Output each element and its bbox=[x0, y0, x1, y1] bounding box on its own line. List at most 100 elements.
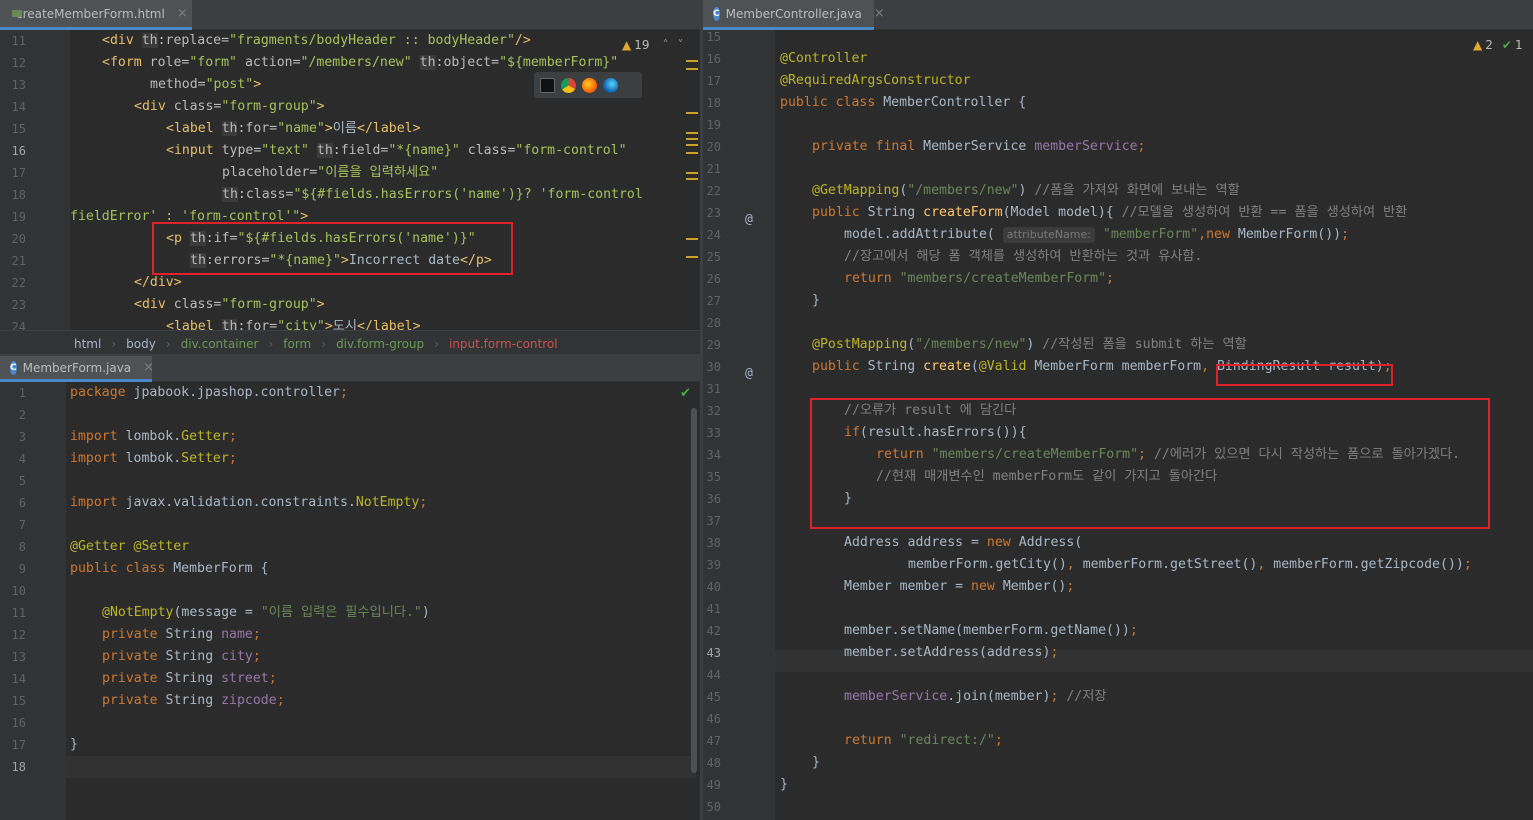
code-line[interactable]: 30 public String create(@Valid MemberForm… bbox=[703, 356, 1533, 378]
code-line[interactable]: 19 bbox=[703, 114, 1533, 136]
code-line[interactable]: 42 member.setName(memberForm.getName()); bbox=[703, 620, 1533, 642]
code-line[interactable]: 31 bbox=[703, 378, 1533, 400]
code-line[interactable]: 15 bbox=[703, 30, 1533, 48]
warning-stripe-mark[interactable] bbox=[686, 178, 698, 180]
code-line[interactable]: 23 <div class="form-group"> bbox=[0, 294, 700, 316]
code-line[interactable]: 49} bbox=[703, 774, 1533, 796]
scrollbar[interactable] bbox=[691, 408, 697, 773]
tab-create-member-form[interactable]: createMemberForm.html × bbox=[0, 0, 192, 30]
warning-stripe-mark[interactable] bbox=[686, 144, 698, 146]
inspection-widget[interactable]: ▲ 19 ˄ ˅ bbox=[622, 38, 684, 52]
code-line[interactable]: 44 bbox=[703, 664, 1533, 686]
code-line[interactable]: 41 bbox=[703, 598, 1533, 620]
breadcrumb-item[interactable]: div.form-group bbox=[336, 337, 424, 351]
code-line[interactable]: 50 bbox=[703, 796, 1533, 818]
code-line[interactable]: 2 bbox=[0, 404, 700, 426]
warning-stripe-mark[interactable] bbox=[686, 152, 698, 154]
code-line[interactable]: 21 bbox=[703, 158, 1533, 180]
code-line[interactable]: 24 model.addAttribute( attributeName: "me… bbox=[703, 224, 1533, 246]
code-line[interactable]: 3 import lombok.Getter; bbox=[0, 426, 700, 448]
code-line[interactable]: 46 bbox=[703, 708, 1533, 730]
warning-stripe-mark[interactable] bbox=[686, 238, 698, 240]
breadcrumb-item[interactable]: body bbox=[126, 337, 156, 351]
line-number: 35 bbox=[706, 470, 721, 484]
code-line[interactable]: 7 bbox=[0, 514, 700, 536]
code-line[interactable]: 25 //장고에서 해당 폼 객체를 생성하여 반환하는 것과 유사함. bbox=[703, 246, 1533, 268]
code-line[interactable]: 12 private String name; bbox=[0, 624, 700, 646]
code-line[interactable]: 22 @GetMapping("/members/new") //폼을 가져와 화… bbox=[703, 180, 1533, 202]
code-line[interactable]: 9 public class MemberForm { bbox=[0, 558, 700, 580]
code-line[interactable]: 15 private String zipcode; bbox=[0, 690, 700, 712]
code-line[interactable]: 22 </div> bbox=[0, 272, 700, 294]
implements-gutter-icon[interactable]: @ bbox=[745, 212, 753, 227]
breadcrumb-item[interactable]: div.container bbox=[181, 337, 259, 351]
code-line[interactable]: 40 Member member = new Member(); bbox=[703, 576, 1533, 598]
code-line[interactable]: 45 memberService.join(member); //저장 bbox=[703, 686, 1533, 708]
breadcrumb-item[interactable]: input.form-control bbox=[449, 337, 558, 351]
code-line[interactable]: 20 private final MemberService memberServ… bbox=[703, 136, 1533, 158]
chevron-up-icon[interactable]: ˄ bbox=[663, 38, 669, 52]
code-line[interactable]: 16 bbox=[0, 712, 700, 734]
warning-stripe-mark[interactable] bbox=[686, 132, 698, 134]
code-line[interactable]: 43 member.setAddress(address); bbox=[703, 642, 1533, 664]
code-line[interactable]: 17 placeholder="이름을 입력하세요" bbox=[0, 162, 700, 184]
code-line[interactable]: 14 <div class="form-group"> bbox=[0, 96, 700, 118]
code-text: <label th:for="city">도시</label> bbox=[166, 316, 421, 330]
edge-icon[interactable] bbox=[603, 77, 618, 93]
code-line[interactable]: 15 <label th:for="name">이름</label> bbox=[0, 118, 700, 140]
code-line[interactable]: 17 @RequiredArgsConstructor bbox=[703, 70, 1533, 92]
tab-member-controller[interactable]: C MemberController.java × bbox=[703, 0, 885, 30]
chevron-down-icon[interactable]: ˅ bbox=[678, 38, 684, 52]
code-line[interactable]: 48} bbox=[703, 752, 1533, 774]
code-line[interactable]: 29 @PostMapping("/members/new") //작성된 폼을 … bbox=[703, 334, 1533, 356]
code-text: public String createForm(Model model){ /… bbox=[812, 205, 1408, 220]
code-line[interactable]: 10 bbox=[0, 580, 700, 602]
scrollbar[interactable] bbox=[691, 70, 697, 130]
code-line[interactable]: 16 <input type="text" th:field="*{name}" … bbox=[0, 140, 700, 162]
code-line[interactable]: 17} bbox=[0, 734, 700, 756]
code-line[interactable]: 16 @Controller bbox=[703, 48, 1533, 70]
implements-gutter-icon[interactable]: @ bbox=[745, 366, 753, 381]
code-line[interactable]: 47 return "redirect:/"; bbox=[703, 730, 1533, 752]
code-line[interactable]: 12 <form role="form" action="/members/new… bbox=[0, 52, 700, 74]
code-line[interactable]: 11 @NotEmpty(message = "이름 입력은 필수입니다.") bbox=[0, 602, 700, 624]
inspection-widget[interactable]: ▲ 2 ✔ 1 bbox=[1473, 38, 1523, 52]
code-line[interactable]: 18 public class MemberController { bbox=[703, 92, 1533, 114]
code-text: public class MemberForm { bbox=[70, 561, 269, 576]
close-icon[interactable]: × bbox=[177, 6, 188, 21]
warning-stripe-mark[interactable] bbox=[686, 256, 698, 258]
java-form-editor[interactable]: 1 package jpabook.jpashop.controller; 2 3 im… bbox=[0, 382, 700, 820]
code-line[interactable]: 8 @Getter @Setter bbox=[0, 536, 700, 558]
code-line[interactable]: 24 <label th:for="city">도시</label> bbox=[0, 316, 700, 330]
breadcrumb-item[interactable]: form bbox=[283, 337, 311, 351]
code-line[interactable]: 39 memberForm.getCity(), memberForm.getSt… bbox=[703, 554, 1533, 576]
chrome-icon[interactable] bbox=[561, 77, 576, 93]
code-line[interactable]: 11 <div th:replace="fragments/bodyHeader … bbox=[0, 30, 700, 52]
controller-editor[interactable]: 15 16 @Controller 17 @RequiredArgsConstructo… bbox=[703, 30, 1533, 820]
breadcrumb-item[interactable]: html bbox=[74, 337, 101, 351]
intellij-icon[interactable] bbox=[540, 77, 555, 93]
code-line[interactable]: 4 import lombok.Setter; bbox=[0, 448, 700, 470]
code-line[interactable]: 18 th:class="${#fields.hasErrors('name')}… bbox=[0, 184, 700, 206]
firefox-icon[interactable] bbox=[582, 77, 597, 93]
code-line[interactable]: 1 package jpabook.jpashop.controller; bbox=[0, 382, 700, 404]
code-line[interactable]: 28 bbox=[703, 312, 1533, 334]
warning-stripe-mark[interactable] bbox=[686, 138, 698, 140]
tab-member-form[interactable]: C MemberForm.java × bbox=[0, 356, 154, 382]
code-line[interactable]: 38 Address address = new Address( bbox=[703, 532, 1533, 554]
code-line[interactable]: 26 return "members/createMemberForm"; bbox=[703, 268, 1533, 290]
code-line[interactable]: 27} bbox=[703, 290, 1533, 312]
code-text: model.addAttribute( attributeName: "memb… bbox=[844, 227, 1350, 243]
code-line[interactable]: 14 private String street; bbox=[0, 668, 700, 690]
warning-stripe-mark[interactable] bbox=[686, 172, 698, 174]
code-line[interactable]: 6 import javax.validation.constraints.Not… bbox=[0, 492, 700, 514]
code-line[interactable]: 23 public String createForm(Model model){… bbox=[703, 202, 1533, 224]
highlight-error-paragraph bbox=[152, 222, 513, 275]
code-line[interactable]: 18 bbox=[0, 756, 700, 778]
close-icon[interactable]: × bbox=[874, 6, 885, 21]
warning-stripe-mark[interactable] bbox=[686, 60, 698, 62]
code-line[interactable]: 5 bbox=[0, 470, 700, 492]
close-icon[interactable]: × bbox=[143, 360, 154, 375]
code-line[interactable]: 13 private String city; bbox=[0, 646, 700, 668]
line-number: 44 bbox=[706, 668, 721, 682]
